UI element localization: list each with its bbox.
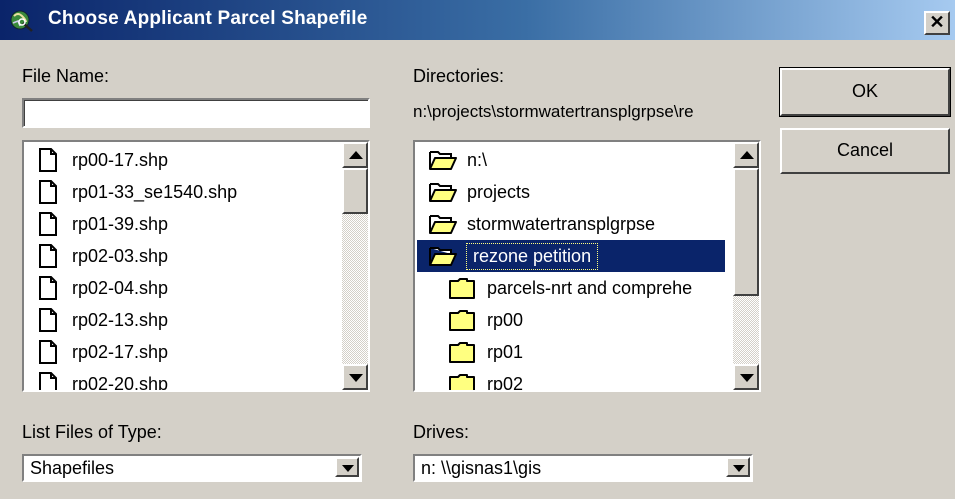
title-bar[interactable]: Choose Applicant Parcel Shapefile ✕ — [0, 0, 955, 40]
dir-scroll-down-button[interactable] — [733, 364, 759, 390]
file-list-item[interactable]: rp02-04.shp — [38, 272, 168, 304]
folder-icon — [449, 374, 475, 390]
file-list[interactable]: rp00-17.shp rp01-33_se1540.shp rp01-39.shp… — [22, 140, 370, 392]
folder-icon — [449, 278, 475, 299]
document-icon — [39, 148, 57, 172]
directory-list-item[interactable]: rp01 — [449, 336, 523, 368]
directory-list-item-label: stormwatertransplgrpse — [467, 213, 656, 234]
directory-list-item[interactable]: parcels-nrt and comprehe — [449, 272, 692, 304]
file-scroll-thumb[interactable] — [342, 168, 368, 214]
arrow-down-icon — [349, 374, 363, 382]
arrow-down-icon — [740, 374, 754, 382]
chevron-down-icon — [733, 465, 745, 472]
dialog-title: Choose Applicant Parcel Shapefile — [48, 8, 368, 29]
directory-list-item-label: parcels-nrt and comprehe — [487, 277, 693, 298]
file-scroll-down-button[interactable] — [342, 364, 368, 390]
close-icon: ✕ — [929, 12, 945, 32]
open-folder-icon — [429, 247, 457, 266]
document-icon — [39, 180, 57, 204]
open-folder-icon — [429, 151, 457, 170]
app-globe-icon — [10, 10, 33, 32]
directory-list-item-label: projects — [467, 181, 531, 202]
directory-list-item-label: n:\ — [467, 149, 488, 170]
directory-list-item[interactable]: stormwatertransplgrpse — [429, 208, 655, 240]
directory-list-item-label: rp02 — [487, 373, 524, 392]
file-list-item-label: rp02-03.shp — [72, 245, 169, 266]
directories-label: Directories: — [413, 66, 505, 86]
file-list-item[interactable]: rp01-39.shp — [38, 208, 168, 240]
file-scroll-up-button[interactable] — [342, 142, 368, 168]
dir-scroll-thumb[interactable] — [733, 168, 759, 296]
directory-list-item[interactable]: n:\ — [429, 144, 487, 176]
document-icon — [39, 212, 57, 236]
file-list-item[interactable]: rp01-33_se1540.shp — [38, 176, 237, 208]
directory-list-item-label: rp00 — [487, 309, 524, 330]
document-icon — [39, 372, 57, 390]
document-icon — [39, 340, 57, 364]
file-name-label: File Name: — [22, 66, 110, 86]
file-type-dropdown-button[interactable] — [335, 457, 359, 477]
arrow-up-icon — [349, 151, 363, 159]
folder-icon — [449, 342, 475, 363]
file-type-label: List Files of Type: — [22, 422, 162, 442]
file-list-item[interactable]: rp02-17.shp — [38, 336, 168, 368]
drives-label: Drives: — [413, 422, 470, 442]
file-list-item-label: rp02-17.shp — [72, 341, 169, 362]
file-list-item[interactable]: rp02-20.shp — [38, 368, 169, 392]
file-list-scrollbar[interactable] — [342, 142, 368, 390]
arrow-up-icon — [740, 151, 754, 159]
file-list-item-label: rp00-17.shp — [72, 149, 169, 170]
file-type-value: Shapefiles — [30, 458, 115, 478]
open-folder-icon — [429, 183, 457, 202]
file-list-item[interactable]: rp02-13.shp — [38, 304, 168, 336]
directory-list-item-selected[interactable]: rezone petition — [417, 240, 725, 272]
file-name-input[interactable] — [22, 98, 370, 128]
drives-value: n: \\gisnas1\gis — [421, 458, 542, 478]
current-directory-path: n:\projects\stormwatertransplgrpse\re — [413, 102, 694, 121]
ok-button[interactable]: OK — [779, 67, 951, 117]
file-list-item[interactable]: rp00-17.shp — [38, 144, 168, 176]
cancel-button[interactable]: Cancel — [780, 128, 950, 174]
drives-dropdown[interactable]: n: \\gisnas1\gis — [413, 454, 753, 482]
directory-list[interactable]: n:\ projects stormwatertransplgrpse rezone … — [413, 140, 761, 392]
directory-list-item-label: rezone petition — [465, 242, 599, 270]
directory-list-scrollbar[interactable] — [733, 142, 759, 390]
document-icon — [39, 308, 57, 332]
file-list-item-label: rp02-04.shp — [72, 277, 169, 298]
directory-list-item-label: rp01 — [487, 341, 524, 362]
document-icon — [39, 276, 57, 300]
close-button[interactable]: ✕ — [924, 11, 950, 35]
directory-list-item[interactable]: rp00 — [449, 304, 523, 336]
folder-icon — [449, 310, 475, 331]
dir-scroll-up-button[interactable] — [733, 142, 759, 168]
file-list-item[interactable]: rp02-03.shp — [38, 240, 168, 272]
chevron-down-icon — [342, 465, 354, 472]
file-list-item-label: rp01-39.shp — [72, 213, 169, 234]
file-list-item-label: rp02-13.shp — [72, 309, 169, 330]
document-icon — [39, 244, 57, 268]
file-type-dropdown[interactable]: Shapefiles — [22, 454, 362, 482]
file-list-item-label: rp02-20.shp — [72, 373, 169, 392]
directory-list-item[interactable]: projects — [429, 176, 530, 208]
open-folder-icon — [429, 215, 457, 234]
directory-list-item[interactable]: rp02 — [449, 368, 524, 392]
drives-dropdown-button[interactable] — [726, 457, 750, 477]
file-list-item-label: rp01-33_se1540.shp — [72, 181, 238, 202]
